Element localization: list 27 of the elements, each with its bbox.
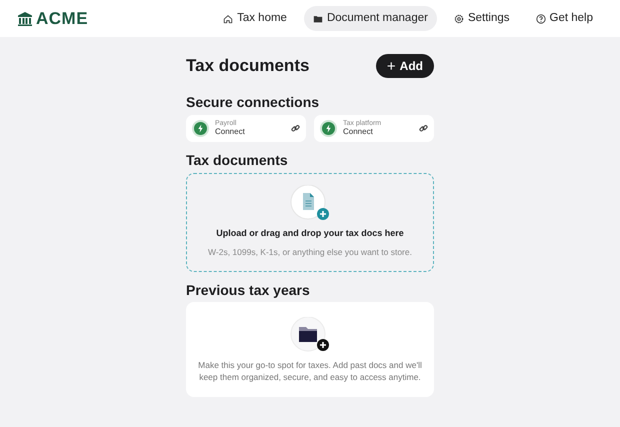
help-icon: [536, 14, 546, 24]
document-add-icon: [290, 184, 330, 221]
page-title: Tax documents: [186, 56, 310, 76]
nav-tab[interactable]: Document manager: [304, 6, 437, 32]
section-heading: Previous tax years: [186, 282, 311, 298]
folder-add-icon: [289, 316, 331, 353]
add-button[interactable]: + Add: [376, 54, 434, 78]
upload-hint: W-2s, 1099s, K-1s, or anything else you want to store.: [208, 246, 412, 260]
bank-icon: [18, 12, 32, 26]
connection-status: Connect: [343, 128, 374, 137]
home-icon: [223, 14, 234, 24]
nav-tab[interactable]: Get help: [526, 6, 602, 32]
upload-dropzone[interactable]: Upload or drag and drop your tax docs here W-2s, 1099s, K-1s, or anything else you want to store.: [186, 172, 434, 272]
nav-tab[interactable]: Tax home: [214, 6, 296, 32]
link-icon: [291, 124, 300, 133]
lightning-icon: [320, 120, 337, 137]
connection-status: Connect: [215, 128, 246, 137]
previous-years-text: Make this your go-to spot for taxes. Add past docs and we'll keep them organized, secure, and easy to access anytime.: [197, 358, 423, 384]
logo-text: ACME: [36, 8, 88, 30]
settings-icon: [454, 14, 464, 24]
upload-title: Upload or drag and drop your tax docs here: [216, 226, 404, 240]
lightning-icon: [192, 120, 209, 137]
nav-tab[interactable]: Settings: [444, 6, 519, 32]
section-heading: Tax documents: [186, 152, 289, 169]
folder-icon: [312, 14, 323, 24]
link-icon: [419, 124, 428, 133]
section-heading: Secure connections: [186, 94, 320, 111]
